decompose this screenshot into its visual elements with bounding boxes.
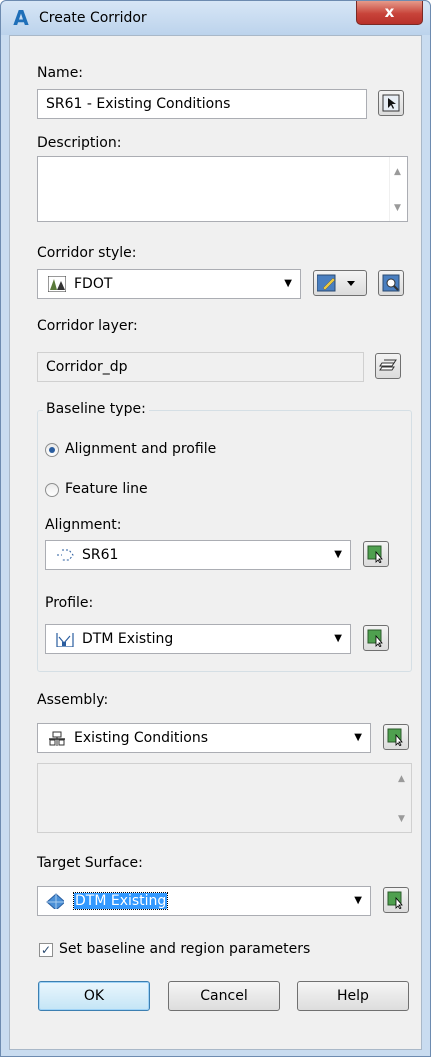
- dialog-body: Name: SR61 - Existing Conditions Descrip…: [9, 35, 422, 1050]
- alignment-dropdown[interactable]: SR61 ▼: [45, 540, 351, 570]
- alignment-select-button[interactable]: [363, 541, 389, 567]
- baseline-type-title: Baseline type:: [43, 401, 149, 417]
- scroll-down-arrow[interactable]: ▼: [398, 814, 405, 824]
- rename-button[interactable]: [378, 90, 404, 116]
- preview-style-icon: [382, 274, 400, 292]
- surface-icon: [46, 893, 64, 909]
- style-preview-button[interactable]: [378, 270, 404, 296]
- set-baseline-label[interactable]: Set baseline and region parameters: [59, 941, 310, 957]
- description-scrollbar[interactable]: ▲ ▼: [389, 157, 407, 221]
- profile-select-button[interactable]: [363, 625, 389, 651]
- assembly-scrollbar[interactable]: ▲ ▼: [393, 764, 411, 832]
- assembly-select-button[interactable]: [383, 724, 409, 750]
- alignment-and-profile-label[interactable]: Alignment and profile: [65, 441, 216, 457]
- edit-style-icon: [317, 274, 355, 292]
- scroll-down-arrow[interactable]: ▼: [394, 203, 401, 213]
- select-object-icon: [367, 545, 383, 563]
- alignment-label: Alignment:: [45, 517, 122, 533]
- chevron-down-icon: ▼: [354, 732, 362, 743]
- description-textarea[interactable]: ▲ ▼: [37, 156, 408, 222]
- alignment-icon: [57, 549, 74, 561]
- assembly-value: Existing Conditions: [74, 730, 209, 746]
- cancel-button[interactable]: Cancel: [168, 981, 280, 1011]
- scroll-up-arrow[interactable]: ▲: [398, 774, 405, 784]
- target-surface-dropdown[interactable]: DTM Existing ▼: [37, 886, 371, 916]
- target-surface-value: DTM Existing: [72, 887, 169, 915]
- chevron-down-icon: ▼: [334, 633, 342, 644]
- create-corridor-dialog: A Create Corridor x Name: SR61 - Existin…: [0, 0, 431, 1057]
- alignment-value: SR61: [82, 547, 119, 563]
- set-baseline-checkbox[interactable]: ✓: [39, 943, 53, 957]
- ok-button[interactable]: OK: [38, 981, 150, 1011]
- assembly-details-box: ▲ ▼: [37, 763, 412, 833]
- feature-line-label[interactable]: Feature line: [65, 481, 148, 497]
- radio-alignment-and-profile[interactable]: [45, 443, 59, 457]
- name-input[interactable]: SR61 - Existing Conditions: [37, 89, 367, 119]
- chevron-down-icon: ▼: [354, 895, 362, 906]
- assembly-icon: [49, 731, 65, 746]
- style-edit-menu-button[interactable]: [313, 270, 367, 296]
- corridor-layer-label: Corridor layer:: [37, 318, 138, 334]
- corridor-layer-field: Corridor_dp: [37, 352, 364, 382]
- layer-button[interactable]: [375, 353, 401, 379]
- select-object-icon: [387, 728, 403, 746]
- layer-icon: [379, 359, 397, 371]
- surface-select-button[interactable]: [383, 887, 409, 913]
- title-bar[interactable]: A Create Corridor x: [1, 1, 430, 35]
- window-title: Create Corridor: [39, 10, 147, 26]
- name-label: Name:: [37, 65, 84, 81]
- close-button[interactable]: x: [356, 1, 423, 25]
- chevron-down-icon: ▼: [334, 549, 342, 560]
- profile-value: DTM Existing: [82, 631, 174, 647]
- corridor-style-label: Corridor style:: [37, 245, 137, 261]
- select-object-icon: [367, 629, 383, 647]
- select-object-icon: [387, 891, 403, 909]
- assembly-dropdown[interactable]: Existing Conditions ▼: [37, 723, 371, 753]
- profile-dropdown[interactable]: DTM Existing ▼: [45, 624, 351, 654]
- profile-label: Profile:: [45, 595, 94, 611]
- corridor-style-value: FDOT: [74, 276, 113, 292]
- target-surface-selected-text: DTM Existing: [72, 892, 169, 910]
- radio-feature-line[interactable]: [45, 483, 59, 497]
- help-button[interactable]: Help: [297, 981, 409, 1011]
- corridor-style-dropdown[interactable]: FDOT ▼: [37, 269, 301, 299]
- chevron-down-icon: ▼: [284, 278, 292, 289]
- assembly-label: Assembly:: [37, 692, 109, 708]
- scroll-up-arrow[interactable]: ▲: [394, 167, 401, 177]
- corridor-style-icon: [48, 276, 66, 292]
- profile-icon: [56, 633, 74, 647]
- description-label: Description:: [37, 135, 122, 151]
- pick-from-drawing-icon: [382, 94, 400, 112]
- autocad-a-icon: A: [13, 6, 29, 30]
- target-surface-label: Target Surface:: [37, 855, 143, 871]
